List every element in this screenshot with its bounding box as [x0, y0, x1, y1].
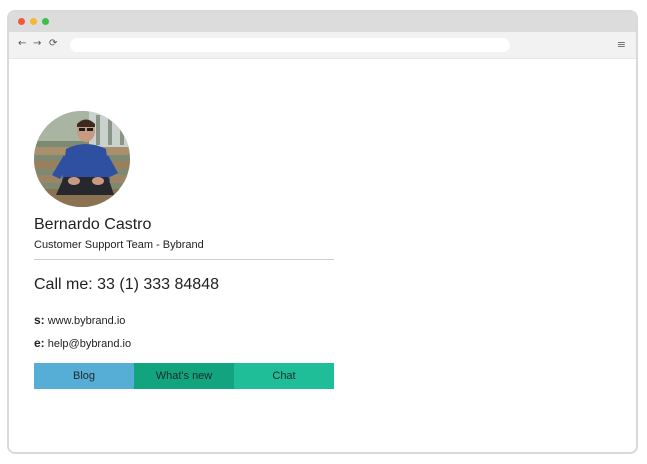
website-link[interactable]: www.bybrand.io [48, 315, 126, 327]
back-arrow-icon[interactable]: ← [18, 38, 26, 50]
website-row: s: www.bybrand.io [34, 313, 125, 327]
blog-button[interactable]: Blog [34, 363, 134, 389]
close-window-dot[interactable] [18, 18, 25, 25]
website-label: s: [34, 313, 45, 327]
person-role: Customer Support Team - Bybrand [34, 239, 204, 251]
browser-toolbar: ← → ⟳ ≡ [9, 32, 636, 59]
avatar [34, 111, 130, 207]
title-bar [9, 12, 636, 32]
email-label: e: [34, 336, 45, 350]
email-row: e: help@bybrand.io [34, 336, 131, 350]
address-bar[interactable] [70, 38, 510, 52]
page-content: Bernardo Castro Customer Support Team - … [9, 59, 636, 452]
forward-arrow-icon[interactable]: → [33, 38, 41, 50]
chat-button[interactable]: Chat [234, 363, 334, 389]
divider [34, 259, 334, 260]
person-name: Bernardo Castro [34, 216, 152, 233]
maximize-window-dot[interactable] [42, 18, 49, 25]
phone-number: Call me: 33 (1) 333 84848 [34, 276, 219, 293]
hamburger-menu-icon[interactable]: ≡ [617, 38, 626, 51]
minimize-window-dot[interactable] [30, 18, 37, 25]
email-link[interactable]: help@bybrand.io [48, 338, 131, 350]
reload-icon[interactable]: ⟳ [49, 38, 57, 50]
profile-photo [34, 111, 130, 207]
browser-window: ← → ⟳ ≡ Bernardo Castro Customer Support… [7, 10, 638, 454]
cta-button-group: Blog What's new Chat [34, 363, 334, 389]
whats-new-button[interactable]: What's new [134, 363, 234, 389]
